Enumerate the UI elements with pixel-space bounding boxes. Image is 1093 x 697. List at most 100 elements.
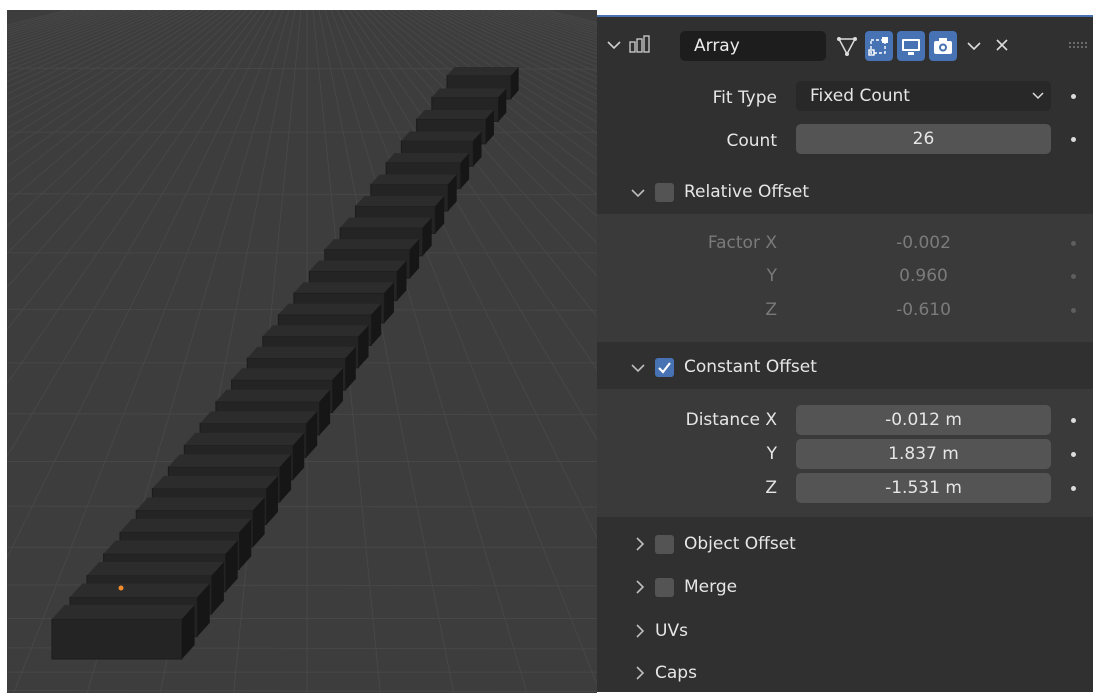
relative-offset-checkbox[interactable] <box>655 183 674 202</box>
chevron-right-icon <box>636 666 645 680</box>
viewport-canvas[interactable] <box>7 10 597 693</box>
factor-z-field[interactable]: -0.610 <box>796 295 1051 325</box>
cage-icon <box>868 37 888 56</box>
fit-type-dropdown[interactable]: Fixed Count <box>796 81 1051 111</box>
stair-step-front <box>51 618 183 660</box>
factor-z-label: Z <box>765 300 777 320</box>
grid-line <box>7 690 597 692</box>
grid-line <box>7 10 86 32</box>
distance-z-label: Z <box>765 478 777 498</box>
render-toggle[interactable] <box>929 31 957 61</box>
stair-step-top <box>152 475 278 489</box>
chevron-down-icon <box>631 189 645 198</box>
relative-offset-subpanel: Factor X -0.002 Y 0.960 Z -0.610 <box>597 214 1093 342</box>
grid-line <box>528 10 597 30</box>
caps-title: Caps <box>655 663 697 683</box>
stair-step-top <box>340 217 432 228</box>
constant-offset-title: Constant Offset <box>684 357 817 377</box>
grid-line <box>7 505 597 508</box>
count-keyframe-dot[interactable] <box>1071 137 1076 142</box>
drag-handle-icon[interactable] <box>1069 42 1087 50</box>
constant-offset-header[interactable]: Constant Offset <box>597 347 1093 387</box>
distance-y-field[interactable]: 1.837 m <box>796 439 1051 469</box>
constant-offset-subpanel: Distance X -0.012 m Y 1.837 m Z -1.531 m <box>597 389 1093 517</box>
count-field[interactable]: 26 <box>796 124 1051 154</box>
stair-step-top <box>431 88 507 98</box>
stair-step-top <box>103 540 238 554</box>
caps-header[interactable]: Caps <box>597 653 1093 692</box>
factor-y-keyframe-dot[interactable] <box>1071 274 1076 279</box>
factor-y-label: Y <box>766 266 777 286</box>
merge-title: Merge <box>684 577 738 597</box>
object-origin-dot <box>118 585 124 591</box>
collapse-chevron-icon[interactable] <box>607 40 621 50</box>
object-offset-title: Object Offset <box>684 534 796 554</box>
stair-step-top <box>69 583 210 598</box>
relative-offset-title: Relative Offset <box>684 182 810 202</box>
edit-mode-toggle[interactable] <box>833 31 861 61</box>
stair-step-top <box>447 67 519 76</box>
distance-x-field[interactable]: -0.012 m <box>796 405 1051 435</box>
stair-step-top <box>215 389 331 402</box>
on-cage-toggle[interactable] <box>865 31 893 61</box>
distance-x-label: Distance X <box>685 410 777 430</box>
stair-step-top <box>86 561 224 576</box>
stair-step-top <box>136 497 265 511</box>
chevron-down-icon <box>1032 92 1044 100</box>
fit-type-keyframe-dot[interactable] <box>1071 94 1076 99</box>
modifier-name-field[interactable]: Array <box>680 31 826 61</box>
edit-mode-icon <box>837 37 857 56</box>
stair-step-top <box>370 174 457 185</box>
merge-header[interactable]: Merge <box>597 567 1093 607</box>
factor-x-field[interactable]: -0.002 <box>796 228 1051 258</box>
modifier-header: Array <box>597 23 1093 69</box>
uvs-title: UVs <box>655 621 688 641</box>
uvs-header[interactable]: UVs <box>597 611 1093 651</box>
array-modifier-icon <box>629 35 650 53</box>
stair-step-top <box>324 239 420 250</box>
distance-y-keyframe-dot[interactable] <box>1071 452 1076 457</box>
modifier-properties-panel: Array Fit Type Fixed Count Count 26 Rela… <box>597 15 1093 692</box>
stair-step-top <box>401 131 482 141</box>
chevron-right-icon <box>636 580 645 594</box>
viewport-display-icon <box>902 39 920 55</box>
stair-step-top <box>168 454 292 467</box>
chevron-right-icon <box>636 624 645 638</box>
count-label: Count <box>726 131 778 151</box>
stair-step-top <box>355 196 445 206</box>
stair-step-top <box>262 325 369 337</box>
render-camera-icon <box>934 38 952 54</box>
close-icon[interactable] <box>995 38 1009 52</box>
stair-step-top <box>200 411 318 424</box>
3d-viewport[interactable] <box>7 10 597 693</box>
chevron-right-icon <box>636 537 645 551</box>
distance-z-keyframe-dot[interactable] <box>1071 486 1076 491</box>
checkmark-icon <box>658 362 671 374</box>
object-offset-header[interactable]: Object Offset <box>597 524 1093 564</box>
factor-x-keyframe-dot[interactable] <box>1071 241 1076 246</box>
stair-step-top <box>386 153 470 163</box>
grid-line <box>504 10 597 39</box>
fit-type-value: Fixed Count <box>810 86 910 106</box>
stair-step-top <box>184 432 305 446</box>
viewport-display-toggle[interactable] <box>897 31 925 61</box>
merge-checkbox[interactable] <box>655 578 674 597</box>
grid-line <box>7 193 597 196</box>
grid-line <box>540 10 597 26</box>
dropdown-chevron-icon[interactable] <box>967 41 981 51</box>
object-offset-checkbox[interactable] <box>655 535 674 554</box>
relative-offset-header[interactable]: Relative Offset <box>597 172 1093 212</box>
stair-step-top <box>416 110 494 119</box>
chevron-down-icon <box>631 364 645 373</box>
constant-offset-checkbox[interactable] <box>655 358 674 377</box>
distance-z-field[interactable]: -1.531 m <box>796 473 1051 503</box>
factor-y-field[interactable]: 0.960 <box>796 261 1051 291</box>
stair-step <box>51 605 195 660</box>
factor-z-keyframe-dot[interactable] <box>1071 308 1076 313</box>
grid-line <box>7 10 68 26</box>
grid-line <box>546 10 597 24</box>
factor-x-label: Factor X <box>707 233 777 253</box>
stair-step-top <box>293 282 394 293</box>
distance-x-keyframe-dot[interactable] <box>1071 418 1076 423</box>
stair-step-top <box>309 260 407 272</box>
